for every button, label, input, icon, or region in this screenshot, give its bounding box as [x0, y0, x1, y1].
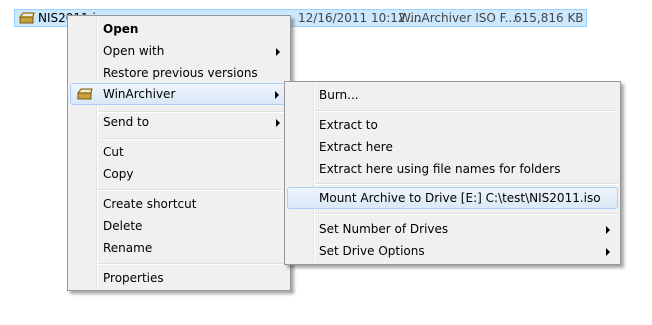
menu-item-create-shortcut[interactable]: Create shortcut	[70, 193, 288, 215]
menu-item-open[interactable]: Open	[70, 18, 288, 40]
menu-item-rename[interactable]: Rename	[70, 237, 288, 259]
menu-separator	[98, 189, 288, 191]
menu-separator	[315, 183, 618, 185]
menu-item-cut[interactable]: Cut	[70, 141, 288, 163]
winarchiver-submenu: Burn... Extract to Extract here Extract …	[284, 81, 621, 265]
submenu-arrow-icon	[276, 119, 280, 127]
menu-separator	[315, 110, 618, 112]
menu-item-send-to[interactable]: Send to	[70, 111, 288, 133]
winarchiver-icon	[77, 87, 93, 107]
submenu-arrow-icon	[606, 226, 610, 234]
submenu-item-extract-to[interactable]: Extract to	[287, 114, 618, 136]
menu-separator	[315, 213, 618, 215]
submenu-arrow-icon	[276, 48, 280, 56]
menu-separator	[98, 138, 288, 140]
context-menu: Open Open with Restore previous versions…	[67, 15, 291, 291]
file-type: WinArchiver ISO F...	[399, 11, 517, 25]
submenu-item-set-drive-options[interactable]: Set Drive Options	[287, 240, 618, 262]
submenu-item-burn[interactable]: Burn...	[287, 84, 618, 106]
menu-separator	[98, 263, 288, 265]
menu-item-restore-previous-versions[interactable]: Restore previous versions	[70, 62, 288, 84]
menu-item-winarchiver[interactable]: WinArchiver	[70, 83, 288, 105]
winarchiver-file-icon	[19, 11, 35, 28]
menu-item-copy[interactable]: Copy	[70, 163, 288, 185]
submenu-item-set-number-of-drives[interactable]: Set Number of Drives	[287, 218, 618, 240]
menu-item-delete[interactable]: Delete	[70, 215, 288, 237]
submenu-item-mount-archive[interactable]: Mount Archive to Drive [E:] C:\test\NIS2…	[287, 187, 618, 209]
submenu-item-extract-here[interactable]: Extract here	[287, 136, 618, 158]
submenu-item-extract-here-folders[interactable]: Extract here using file names for folder…	[287, 158, 618, 180]
submenu-arrow-icon	[275, 91, 279, 99]
menu-item-properties[interactable]: Properties	[70, 267, 288, 289]
menu-item-open-with[interactable]: Open with	[70, 40, 288, 62]
submenu-arrow-icon	[606, 248, 610, 256]
file-size: 615,816 KB	[514, 11, 584, 25]
